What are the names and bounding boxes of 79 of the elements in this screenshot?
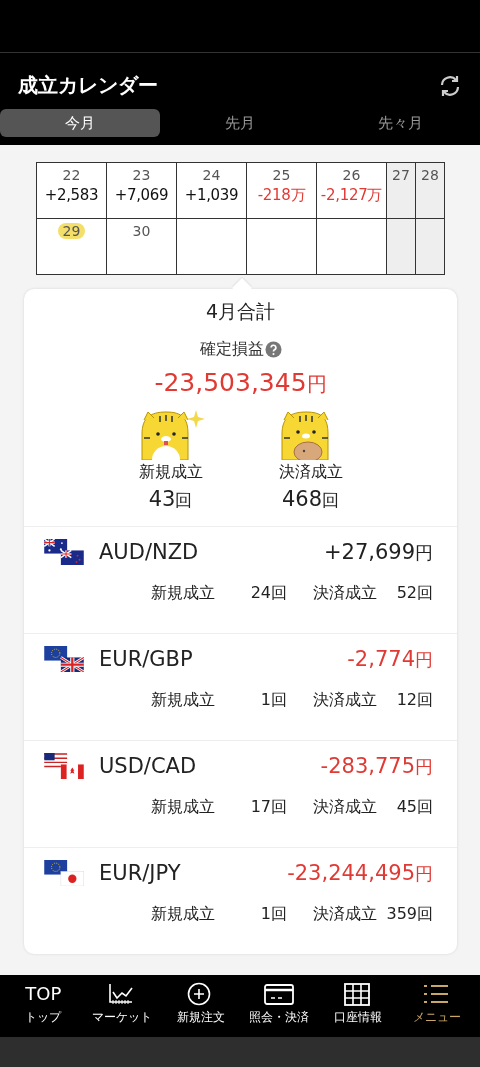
day-number: 23 [131,167,152,183]
pair-pnl: +27,699円 [323,539,433,565]
tiger-mascot-drawing [281,411,329,460]
calendar-day-cell[interactable]: 24 +1,039 [176,162,247,219]
day-number: 25 [271,167,292,183]
new-trades-count: 17回 [249,797,287,818]
pair-pnl: -283,775円 [320,753,433,779]
settled-trades-label: 決済成立 [313,904,377,925]
stat-count: 43回 [148,487,193,512]
help-icon[interactable] [264,341,282,358]
daily-profit: +7,069 [113,186,170,204]
settled-trades-label: 決済成立 [313,797,377,818]
calendar-day-cell[interactable] [316,218,387,275]
screen-title: 成立カレンダー [18,72,158,99]
day-number: 27 [391,167,411,183]
daily-profit: -218万 [256,186,307,205]
realized-pnl-label: 確定損益 [199,339,264,360]
calendar-day-cell[interactable]: 30 [106,218,177,275]
flag-pair-icon [44,646,84,672]
calendar-day-cell[interactable] [246,218,317,275]
new-trades-count: 1回 [259,690,287,711]
month-total-title: 4月合計 [205,299,276,324]
currency-pair: AUD/NZD [99,540,200,564]
day-number: 22 [61,167,82,183]
stat-count: 468回 [281,487,340,512]
day-number: 28 [420,167,440,183]
flag-pair-icon [44,860,84,886]
daily-profit: +1,039 [183,186,240,204]
stat-label: 新規成立 [138,462,203,483]
day-number: 24 [201,167,222,183]
weekend-cell[interactable]: 28 [415,162,445,219]
flag-pair-icon [44,539,84,565]
realized-pnl-amount: -23,503,345円 [154,368,327,398]
calendar-day-cell[interactable]: 23 +7,069 [106,162,177,219]
nav-tab[interactable]: 照会・決済 [240,981,319,1037]
new-trades-label: 新規成立 [151,583,215,604]
currency-pair: EUR/GBP [99,647,194,671]
weekend-cell[interactable]: 27 [386,162,416,219]
day-number: 30 [131,223,152,239]
calendar-day-cell[interactable]: 26 -2,127万 [316,162,387,219]
nav-tab[interactable]: マーケット [82,981,162,1037]
nav-tab[interactable]: 新規注文 [161,981,240,1037]
day-number: 26 [341,167,362,183]
flag-pair-icon [44,753,84,779]
card-icon [264,981,295,1007]
new-trades-count: 24回 [249,583,287,604]
weekend-cell[interactable] [386,218,416,275]
month-tab[interactable]: 先月 [160,109,320,137]
refresh-icon[interactable] [438,73,462,98]
nav-tab[interactable]: 口座情報 [318,981,398,1037]
currency-pair: EUR/JPY [99,861,182,885]
new-trades-label: 新規成立 [151,797,215,818]
weekend-cell[interactable] [415,218,445,275]
new-trades-label: 新規成立 [151,690,215,711]
settled-trades-label: 決済成立 [313,583,377,604]
settled-trades-count: 52回 [395,583,433,604]
today-date: 29 [57,223,86,239]
tiger-mascot-drawing [141,410,205,460]
pair-pnl: -23,244,495円 [287,860,433,886]
settled-trades-count: 12回 [395,690,433,711]
pair-pnl: -2,774円 [347,646,433,672]
calendar-day-cell[interactable] [176,218,247,275]
daily-profit: +2,583 [43,186,100,204]
month-tab[interactable]: 先々月 [320,109,480,137]
calendar-day-cell[interactable]: 29 [36,218,107,275]
settled-trades-label: 決済成立 [313,690,377,711]
new-trades-label: 新規成立 [151,904,215,925]
calendar-day-cell[interactable]: 22 +2,583 [36,162,107,219]
daily-profit: -2,127万 [319,186,384,205]
currency-pair: USD/CAD [99,754,198,778]
nav-tab[interactable]: メニュー [397,981,477,1037]
stat-label: 決済成立 [278,462,343,483]
settled-trades-count: 359回 [385,904,433,925]
settled-trades-count: 45回 [395,797,433,818]
calendar-day-cell[interactable]: 25 -218万 [246,162,317,219]
nav-tab[interactable]: TOP トップ [4,981,83,1037]
new-trades-count: 1回 [259,904,287,925]
table-icon [343,981,373,1007]
month-tab[interactable]: 今月 [0,109,160,137]
